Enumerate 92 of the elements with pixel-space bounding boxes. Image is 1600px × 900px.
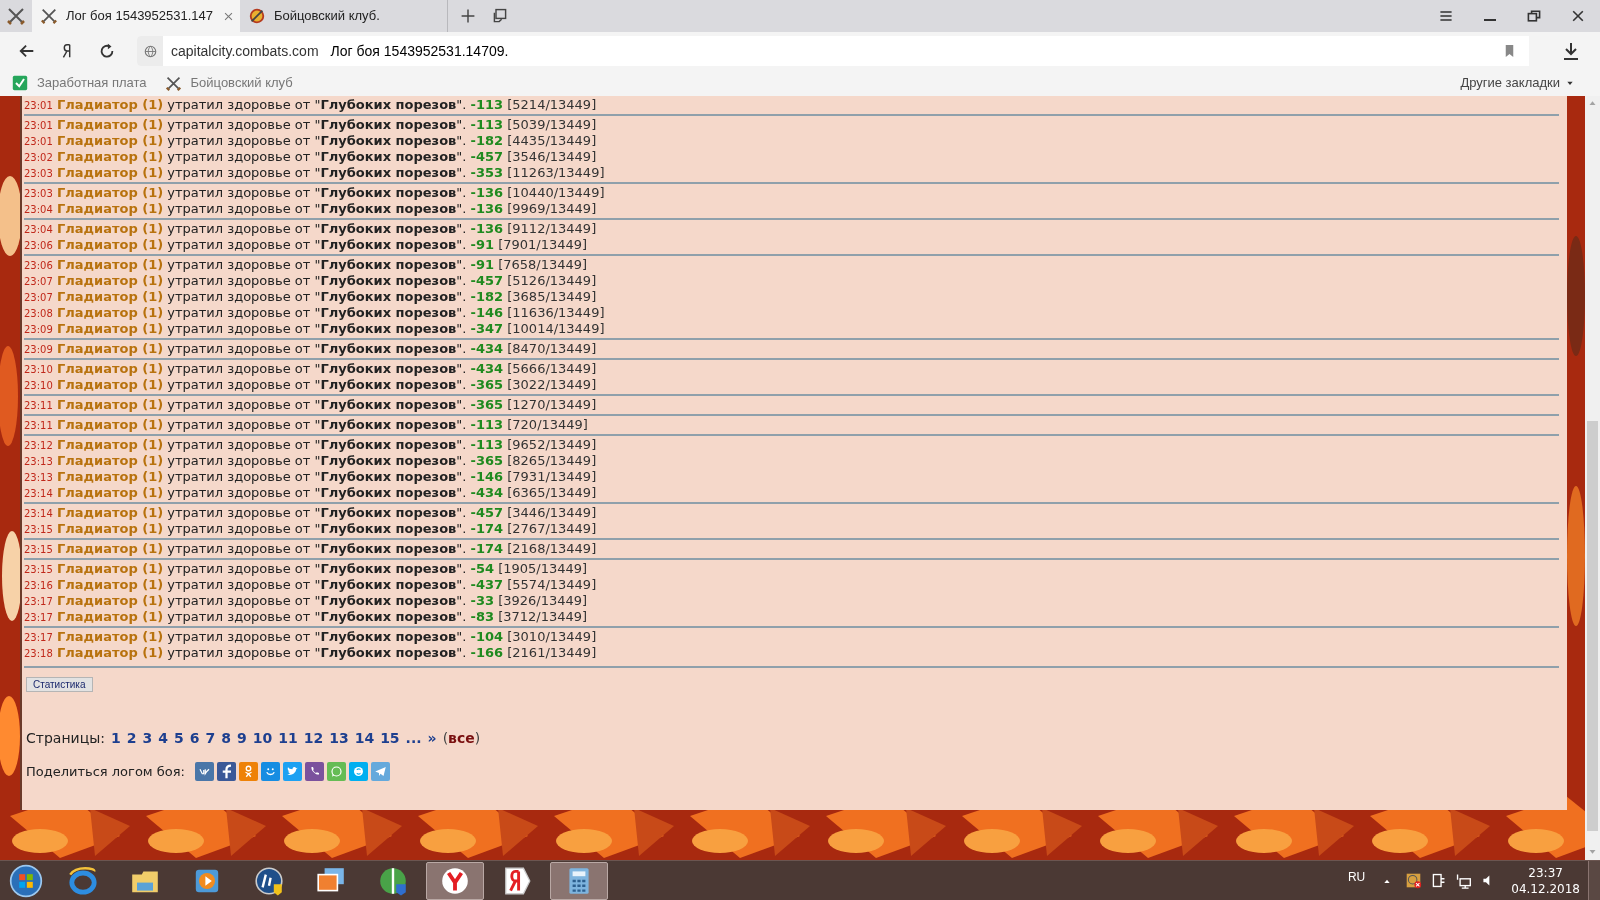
log-entry: 23:08 Гладиатор (1) утратил здоровье от "Глубоких порезов". -146 [11636/13449]: [24, 305, 606, 321]
log-entry: 23:01 Гладиатор (1) утратил здоровье от "Глубоких порезов". -113 [5214/13449]: [24, 97, 598, 113]
log-entry: 23:13 Гладиатор (1) утратил здоровье от "Глубоких порезов". -146 [7931/13449]: [24, 469, 598, 485]
share-button[interactable]: [304, 761, 324, 781]
language-indicator[interactable]: RU: [1347, 867, 1366, 886]
log-entry: 23:15 Гладиатор (1) утратил здоровье от "Глубоких порезов". -174 [2168/13449]: [24, 541, 598, 557]
bracket-text: (: [442, 728, 449, 748]
page-link[interactable]: 6: [189, 727, 200, 749]
checkmark-icon: [12, 75, 28, 91]
pages-label: Страницы:: [26, 728, 105, 748]
log-entry: 23:04 Гладиатор (1) утратил здоровье от "Глубоких порезов". -136 [9969/13449]: [24, 201, 598, 217]
clock[interactable]: 23:37 04.12.2018: [1511, 864, 1580, 897]
log-entry: 23:03 Гладиатор (1) утратил здоровье от "Глубоких порезов". -136 [10440/13449]: [24, 185, 606, 201]
log-entry: 23:02 Гладиатор (1) утратил здоровье от "Глубоких порезов". -457 [3546/13449]: [24, 149, 598, 165]
page-link[interactable]: 4: [158, 727, 168, 749]
page-link[interactable]: »: [427, 727, 437, 749]
page-link[interactable]: 15: [380, 727, 400, 749]
share-button[interactable]: [282, 761, 302, 781]
log-entry: 23:14 Гладиатор (1) утратил здоровье от "Глубоких порезов". -434 [6365/13449]: [24, 485, 598, 501]
log-entry: 23:06 Гладиатор (1) утратил здоровье от "Глубоких порезов". -91 [7901/13449]: [24, 237, 589, 253]
windows-logo-icon: [9, 863, 43, 898]
page-link[interactable]: 2: [126, 727, 137, 749]
log-entry: 23:18 Гладиатор (1) утратил здоровье от "Глубоких порезов". -166 [2161/13449]: [24, 645, 598, 661]
globe-icon: [142, 43, 158, 59]
share-label: Поделиться логом боя:: [26, 762, 185, 781]
log-entry: 23:09 Гладиатор (1) утратил здоровье от "Глубоких порезов". -434 [8470/13449]: [24, 341, 598, 357]
bookmark-item[interactable]: Заработная плата: [12, 73, 147, 93]
statistics-button[interactable]: Статистика: [26, 677, 93, 692]
log-entry: 23:09 Гладиатор (1) утратил здоровье от "Глубоких порезов". -347 [10014/13449]: [24, 321, 606, 337]
swords-icon: [40, 7, 58, 25]
log-entry: 23:11 Гладиатор (1) утратил здоровье от "Глубоких порезов". -365 [1270/13449]: [24, 397, 598, 413]
page-link[interactable]: 10: [252, 727, 273, 749]
log-entry: 23:17 Гладиатор (1) утратил здоровье от "Глубоких порезов". -104 [3010/13449]: [24, 629, 598, 645]
page-link[interactable]: 8: [221, 727, 231, 749]
log-entry: 23:01 Гладиатор (1) утратил здоровье от "Глубоких порезов". -113 [5039/13449]: [24, 117, 598, 133]
caret-icon: [1566, 79, 1574, 87]
log-entry: 23:10 Гладиатор (1) утратил здоровье от "Глубоких порезов". -365 [3022/13449]: [24, 377, 598, 393]
disc-icon: [253, 864, 285, 897]
log-entry: 23:11 Гладиатор (1) утратил здоровье от "Глубоких порезов". -113 [720/13449]: [24, 417, 589, 433]
bracket-text: ): [474, 728, 481, 748]
restore-icon: [1526, 8, 1542, 24]
ring-icon: [67, 864, 99, 897]
scroll-thumb[interactable]: [1587, 421, 1598, 831]
log-entry: 23:13 Гладиатор (1) утратил здоровье от "Глубоких порезов". -365 [8265/13449]: [24, 453, 598, 469]
page-link[interactable]: 3: [142, 727, 153, 749]
reload-icon: [98, 42, 116, 60]
page-link[interactable]: 5: [173, 727, 184, 749]
log-entry: 23:15 Гладиатор (1) утратил здоровье от "Глубоких порезов". -174 [2767/13449]: [24, 521, 598, 537]
address-field[interactable]: capitalcity.combats.com Лог боя 1543952531.14709.: [137, 36, 1529, 66]
download-icon: [1561, 41, 1581, 61]
log-entry: 23:07 Гладиатор (1) утратил здоровье от "Глубоких порезов". -457 [5126/13449]: [24, 273, 598, 289]
swords-icon: [164, 74, 182, 92]
chat-bubble-icon: [328, 763, 344, 779]
plus-icon: [460, 8, 476, 24]
page-link[interactable]: 14: [354, 727, 375, 749]
log-entry: 23:12 Гладиатор (1) утратил здоровье от "Глубоких порезов". -113 [9652/13449]: [24, 437, 598, 453]
all-pages-link[interactable]: все: [448, 727, 475, 749]
network-error-icon[interactable]: [1405, 872, 1423, 889]
share-button[interactable]: [194, 761, 214, 781]
log-entry: 23:15 Гладиатор (1) утратил здоровье от "Глубоких порезов". -54 [1905/13449]: [24, 561, 589, 577]
page-link[interactable]: 7: [205, 727, 216, 749]
bookmark-item[interactable]: Бойцовский клуб: [164, 73, 293, 93]
browser-tab[interactable]: Лог боя 1543952531.147: [32, 0, 240, 32]
back-arrow-icon: [18, 42, 36, 60]
log-entry: 23:06 Гладиатор (1) утратил здоровье от "Глубоких порезов". -91 [7658/13449]: [24, 257, 589, 273]
taskbar-button[interactable]: [550, 861, 608, 900]
tabs-icon: [492, 8, 508, 24]
taskbar-button[interactable]: [426, 861, 484, 900]
share-button[interactable]: [216, 761, 236, 781]
log-entry: 23:04 Гладиатор (1) утратил здоровье от "Глубоких порезов". -136 [9112/13449]: [24, 221, 598, 237]
page-link[interactable]: 12: [303, 727, 324, 749]
page-link[interactable]: 11: [278, 727, 298, 749]
log-entry: 23:16 Гладиатор (1) утратил здоровье от "Глубоких порезов". -437 [5574/13449]: [24, 577, 598, 593]
scrollbar[interactable]: [1585, 96, 1600, 860]
monitor-icon[interactable]: [1455, 872, 1473, 889]
log-entry: 23:03 Гладиатор (1) утратил здоровье от "Глубоких порезов". -353 [11263/13449]: [24, 165, 606, 181]
menu-icon: [1438, 8, 1454, 24]
log-entry: 23:01 Гладиатор (1) утратил здоровье от "Глубоких порезов". -182 [4435/13449]: [24, 133, 598, 149]
close-icon: [222, 10, 234, 22]
log-entry: 23:10 Гладиатор (1) утратил здоровье от "Глубоких порезов". -434 [5666/13449]: [24, 361, 598, 377]
log-entry: 23:17 Гладиатор (1) утратил здоровье от "Глубоких порезов". -83 [3712/13449]: [24, 609, 589, 625]
page-link[interactable]: 9: [236, 727, 247, 749]
swords-icon: [6, 6, 26, 26]
page-link[interactable]: ...: [405, 727, 422, 749]
minimize-icon: [1484, 19, 1496, 21]
close-icon: [1570, 8, 1586, 24]
other-bookmarks-menu[interactable]: Другие закладки: [1460, 73, 1574, 93]
page-link[interactable]: 1: [110, 727, 121, 749]
page-link[interactable]: 13: [329, 727, 349, 749]
log-entry: 23:17 Гладиатор (1) утратил здоровье от "Глубоких порезов". -33 [3926/13449]: [24, 593, 589, 609]
log-entry: 23:14 Гладиатор (1) утратил здоровье от "Глубоких порезов". -457 [3446/13449]: [24, 505, 598, 521]
log-entry: 23:07 Гладиатор (1) утратил здоровье от "Глубоких порезов". -182 [3685/13449]: [24, 289, 598, 305]
